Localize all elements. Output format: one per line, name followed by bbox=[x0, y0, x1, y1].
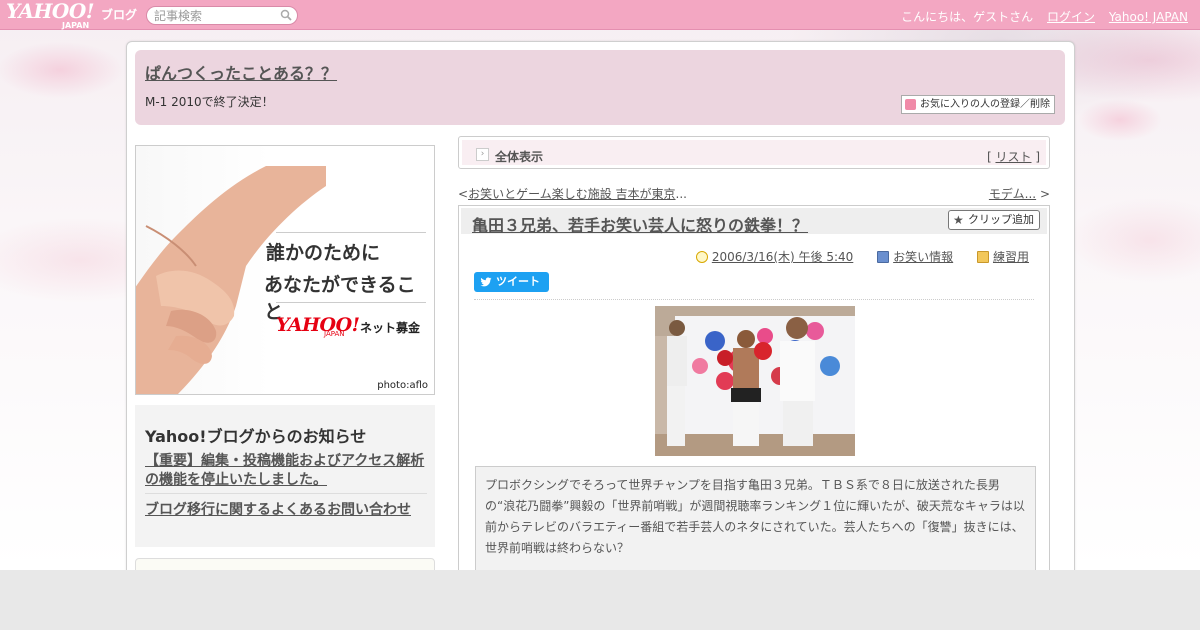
search-input[interactable] bbox=[154, 7, 279, 24]
list-view-toggle: [ リスト ] bbox=[987, 148, 1040, 165]
next-article: モデム... > bbox=[989, 185, 1050, 202]
blog-title[interactable]: ぱんつくったことある？？ bbox=[145, 60, 337, 84]
tweet-label: ツイート bbox=[496, 275, 540, 288]
prev-article: <お笑いとゲーム楽しむ施設 吉本が東京... bbox=[458, 185, 687, 202]
blog-logo-text[interactable]: ブログ bbox=[101, 6, 137, 23]
yahoo-japan-link[interactable]: Yahoo! JAPAN bbox=[1109, 10, 1188, 24]
article-search bbox=[146, 6, 298, 25]
view-mode-bar: › 全体表示 [ リスト ] bbox=[458, 136, 1050, 169]
blog-description: M-1 2010で終了決定！ bbox=[145, 95, 274, 109]
heart-icon bbox=[905, 99, 916, 110]
ad-service-name: ネット募金 bbox=[360, 321, 421, 335]
folder-icon bbox=[976, 251, 989, 263]
notice-heading: Yahoo!ブログからのお知らせ bbox=[145, 427, 367, 446]
view-mode-inner: › 全体表示 [ リスト ] bbox=[462, 140, 1046, 165]
list-bracket-open: [ bbox=[986, 150, 992, 164]
notice-divider bbox=[145, 493, 427, 494]
clip-button-label: クリップ追加 bbox=[968, 213, 1034, 226]
blog-header: ぱんつくったことある？？ M-1 2010で終了決定！ お気に入りの人の登録／削… bbox=[135, 50, 1065, 125]
article-meta: 2006/3/16(木) 午後 5:40 お笑い情報 練習用 bbox=[676, 248, 1029, 265]
notice-link-faq[interactable]: ブログ移行に関するよくあるお問い合わせ bbox=[145, 499, 411, 519]
article-category: お笑い情報 bbox=[877, 250, 953, 264]
charity-ad-banner[interactable]: 誰かのために あなたができること YAHOO! JAPAN ネット募金 phot… bbox=[135, 145, 435, 395]
prev-arrow: < bbox=[458, 187, 469, 201]
article-folder: 練習用 bbox=[976, 250, 1029, 264]
ad-photo-credit: photo:aflo bbox=[377, 380, 428, 391]
favorite-button-label: お気に入りの人の登録／削除 bbox=[920, 99, 1050, 110]
greeting-text: こんにちは、ゲストさん bbox=[901, 10, 1034, 24]
article-title[interactable]: 亀田３兄弟、若手お笑い芸人に怒りの鉄拳！？ bbox=[472, 212, 808, 236]
favorite-register-button[interactable]: お気に入りの人の登録／削除 bbox=[901, 95, 1055, 114]
prev-article-link[interactable]: お笑いとゲーム楽しむ施設 吉本が東京 bbox=[468, 187, 675, 201]
article-divider bbox=[474, 299, 1034, 300]
prev-ellipsis: ... bbox=[675, 187, 687, 201]
ad-divider-bottom bbox=[276, 302, 426, 303]
ad-yahoo-logo-sub: JAPAN bbox=[324, 330, 345, 338]
ad-yahoo-logo: YAHOO! bbox=[276, 314, 360, 336]
logo-sub: JAPAN bbox=[62, 21, 90, 30]
folder-link[interactable]: 練習用 bbox=[993, 250, 1029, 264]
article-date: 2006/3/16(木) 午後 5:40 bbox=[695, 250, 853, 264]
article-summary: プロボクシングでそろって世界チャンプを目指す亀田３兄弟。ＴＢＳ系で８日に放送され… bbox=[475, 466, 1036, 584]
login-link[interactable]: ログイン bbox=[1047, 10, 1095, 24]
yahoo-logo[interactable]: YAHOO! JAPAN bbox=[6, 1, 95, 30]
clip-add-button[interactable]: ★ クリップ追加 bbox=[948, 210, 1040, 230]
article-date-link[interactable]: 2006/3/16(木) 午後 5:40 bbox=[712, 250, 853, 264]
ad-headline-1: 誰かのために bbox=[266, 242, 381, 264]
article-title-bar: 亀田３兄弟、若手お笑い芸人に怒りの鉄拳！？ ★ クリップ追加 bbox=[461, 208, 1047, 236]
list-view-link[interactable]: リスト bbox=[995, 150, 1031, 164]
tweet-button[interactable]: ツイート bbox=[474, 272, 549, 292]
category-link[interactable]: お笑い情報 bbox=[893, 250, 953, 264]
next-article-link[interactable]: モデム... bbox=[989, 187, 1036, 201]
footer-band bbox=[0, 570, 1200, 630]
notice-link-important[interactable]: 【重要】編集・投稿機能およびアクセス解析の機能を停止いたしました。 bbox=[145, 452, 427, 490]
ad-divider-top bbox=[276, 232, 426, 233]
twitter-bird-icon bbox=[480, 277, 492, 287]
user-nav: こんにちは、ゲストさん ログイン Yahoo! JAPAN bbox=[891, 8, 1188, 25]
next-arrow: > bbox=[1039, 187, 1050, 201]
chevron-right-icon: › bbox=[476, 148, 489, 161]
article: 亀田３兄弟、若手お笑い芸人に怒りの鉄拳！？ ★ クリップ追加 2006/3/16… bbox=[458, 205, 1050, 585]
search-icon[interactable] bbox=[280, 9, 292, 21]
article-photo[interactable] bbox=[655, 306, 855, 456]
star-icon: ★ bbox=[953, 213, 964, 227]
book-icon bbox=[877, 251, 890, 263]
view-all-label: 全体表示 bbox=[495, 150, 544, 164]
global-header: YAHOO! JAPAN ブログ こんにちは、ゲストさん ログイン Yahoo!… bbox=[0, 0, 1200, 30]
notice-box: Yahoo!ブログからのお知らせ 【重要】編集・投稿機能およびアクセス解析の機能… bbox=[135, 405, 435, 547]
list-bracket-close: ] bbox=[1035, 150, 1040, 164]
clock-icon bbox=[695, 251, 708, 263]
